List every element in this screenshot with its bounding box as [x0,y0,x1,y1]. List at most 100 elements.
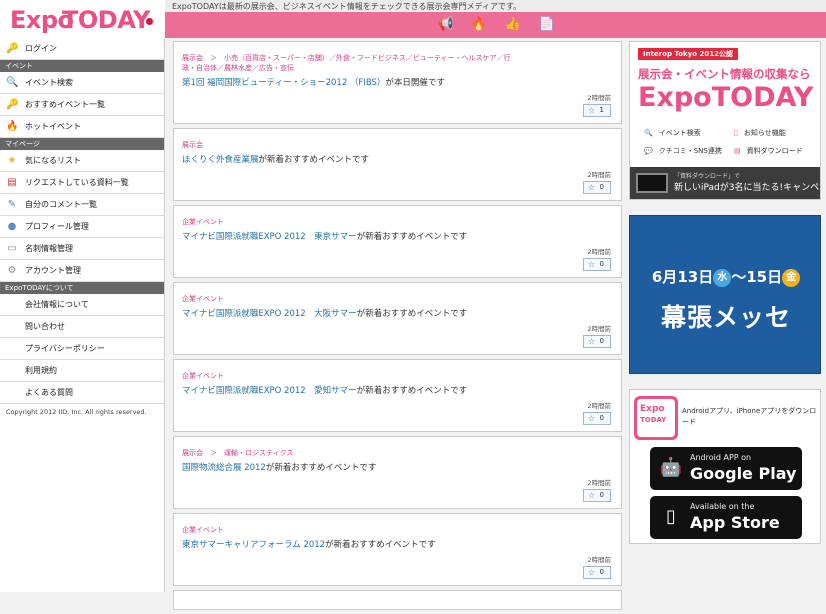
flame-icon[interactable]: 🔥 [470,16,488,34]
banner-badge: Interop Tokyo 2012公認 [638,48,738,60]
comment-icon: 💬 [644,147,653,155]
feed-event-link[interactable]: ほくりく外食産業展 [182,155,259,165]
sidebar-section-about: ExpoTODAYについて [0,282,164,294]
feed-title-suffix: が新着おすすめイベントです [356,386,468,396]
feed-event-link[interactable]: マイナビ国際派就職EXPO 2012 東京サマー [182,232,357,242]
site-tagline: ExpoTODAYは最新の展示会、ビジネスイベント情報をチェックできる展示会専門… [172,2,522,11]
like-button[interactable]: ☆ 0 [583,566,611,579]
sidebar-item-label: 会社情報について [25,300,89,309]
google-play-button[interactable]: 🤖 Android APP on Google Play [650,447,802,490]
feed-category[interactable]: 企業イベント [182,217,512,227]
feed-category[interactable]: 展示会 ＞ 小売（百貨店・スーパー・店舗）／外食・フードビジネス／ビューティー・… [182,53,512,73]
feed-title: 国際物流総合展 2012が新着おすすめイベントです [182,461,376,473]
feed-category[interactable]: 展示会 ＞ 運輸・ロジスティクス [182,448,512,458]
app-icon-line2: TODAY [640,416,667,424]
feed-title-suffix: が新着おすすめイベントです [265,463,377,473]
sidebar-item-company[interactable]: 会社情報について [0,294,164,316]
feed-title-suffix: が新着おすすめイベントです [325,540,436,550]
star-icon: ☆ [588,491,596,500]
star-icon: ☆ [588,106,596,115]
feed-time: 2時間前 [587,402,611,410]
feed-event-link[interactable]: 東京サマーキャリアフォーラム 2012 [182,540,325,550]
thumbs-up-icon[interactable]: 👍 [504,16,522,34]
sidebar-item-label: プライバシーポリシー [25,344,105,353]
banner-feature-label: クチコミ・SNS連携 [658,147,722,155]
key-icon: 🔑 [6,43,19,54]
gear-icon: ⚙ [7,265,17,276]
date-start: 6月13日 [651,268,714,286]
sidebar-item-account[interactable]: ⚙ アカウント管理 [0,260,164,282]
sidebar-item-faq[interactable]: よくある質問 [0,382,164,404]
feed-category[interactable]: 企業イベント [182,525,512,535]
user-icon: ● [7,221,17,232]
like-button[interactable]: ☆ 0 [583,335,611,348]
feed-category[interactable]: 企業イベント [182,371,512,381]
feed-card: 展示会 ほくりく外食産業展が新着おすすめイベントです 2時間前 ☆ 0 [173,128,622,201]
banner-dates: 6月13日水～15日金 [630,266,822,287]
feed-event-link[interactable]: 国際物流総合展 2012 [182,463,266,473]
like-button[interactable]: ☆ 0 [583,181,611,194]
sidebar-item-terms[interactable]: 利用規約 [0,360,164,382]
like-button[interactable]: ☆ 0 [583,489,611,502]
feed-event-link[interactable]: マイナビ国際派就職EXPO 2012 愛知サマー [182,386,357,396]
site-logo[interactable]: Expo TODAY [0,0,165,38]
feed-event-link[interactable]: 第1回 福岡国際ビューティー・ショー2012 （FIBS） [182,78,385,88]
card-icon: ▭ [7,243,17,254]
banner-feature-label: お知らせ機能 [743,129,786,137]
feed-title: マイナビ国際派就職EXPO 2012 東京サマーが新着おすすめイベントです [182,230,467,242]
sidebar-item-recommended[interactable]: 🔑 おすすめイベント一覧 [0,94,164,116]
sidebar-item-label: ログイン [25,44,57,53]
banner-logo: ExpoTODAY [638,82,814,113]
promo-banner-makuhari[interactable]: 6月13日水～15日金 幕張メッセ [629,215,821,374]
feed-card: 企業イベント マイナビ国際派就職EXPO 2012 愛知サマーが新着おすすめイベ… [173,359,622,432]
sidebar-item-contact[interactable]: 問い合わせ [0,316,164,338]
feed-event-link[interactable]: マイナビ国際派就職EXPO 2012 大阪サマー [182,309,357,319]
feed-time: 2時間前 [587,171,611,179]
campaign-line-1: 「資料ダウンロード」で [674,173,741,180]
sidebar-item-requested-docs[interactable]: ▤ リクエストしている資料一覧 [0,172,164,194]
phone-icon: ▯ [734,129,738,137]
sidebar-item-watchlist[interactable]: ★ 気になるリスト [0,150,164,172]
feed-category[interactable]: 企業イベント [182,294,512,304]
banner-headline: 展示会・イベント情報の収集なら [638,67,811,81]
document-icon: ▤ [734,147,741,155]
sidebar-item-business-card[interactable]: ▭ 名刺情報管理 [0,238,164,260]
sidebar-item-privacy[interactable]: プライバシーポリシー [0,338,164,360]
feed-title: 東京サマーキャリアフォーラム 2012が新着おすすめイベントです [182,538,436,550]
like-count: 0 [599,337,604,345]
feed-title: ほくりく外食産業展が新着おすすめイベントです [182,153,369,165]
feed-card: 企業イベント マイナビ国際派就職EXPO 2012 東京サマーが新着おすすめイベ… [173,205,622,278]
feed-title-suffix: が新着おすすめイベントです [258,155,370,165]
sidebar-item-event-search[interactable]: 🔍 イベント検索 [0,72,164,94]
app-store-button[interactable]: ▯ Available on the App Store [650,496,802,539]
like-button[interactable]: ☆ 0 [583,412,611,425]
sidebar-item-my-comments[interactable]: ✎ 自分のコメント一覧 [0,194,164,216]
like-count: 0 [599,260,604,268]
feed-title: 第1回 福岡国際ビューティー・ショー2012 （FIBS）が本日開催です [182,76,445,88]
banner-feature-label: 資料ダウンロード [746,147,803,155]
google-play-big: Google Play [690,464,797,483]
like-button[interactable]: ☆ 1 [583,104,611,117]
campaign-line-2: 新しいiPadが3名に当たる!キャンペーン実施中! [674,183,820,193]
feed-category[interactable]: 展示会 [182,140,512,150]
banner-feature-label: イベント検索 [658,129,701,137]
date-end: 15日 [746,268,783,286]
megaphone-icon[interactable]: 📢 [437,16,455,34]
star-icon: ☆ [588,337,596,346]
feed-title: マイナビ国際派就職EXPO 2012 大阪サマーが新着おすすめイベントです [182,307,467,319]
banner-feature: 💬 クチコミ・SNS連携 [644,146,722,156]
promo-banner-interop[interactable]: Interop Tokyo 2012公認 展示会・イベント情報の収集なら Exp… [629,41,821,200]
app-download-text: Androidアプリ、iPhoneアプリをダウンロード [682,407,817,426]
date-tilde: ～ [731,268,747,286]
feed-card [173,590,622,610]
feed-card: 企業イベント マイナビ国際派就職EXPO 2012 大阪サマーが新着おすすめイベ… [173,282,622,355]
android-icon: 🤖 [659,457,683,478]
document-icon[interactable]: 📄 [538,16,556,34]
like-count: 0 [599,491,604,499]
sidebar-item-profile[interactable]: ● プロフィール管理 [0,216,164,238]
like-button[interactable]: ☆ 0 [583,258,611,271]
sidebar-item-login[interactable]: 🔑 ログイン [0,38,164,60]
event-feed: 展示会 ＞ 小売（百貨店・スーパー・店舗）／外食・フードビジネス／ビューティー・… [173,41,622,614]
sidebar-item-label: リクエストしている資料一覧 [25,178,129,187]
sidebar-item-hot-events[interactable]: 🔥 ホットイベント [0,116,164,138]
